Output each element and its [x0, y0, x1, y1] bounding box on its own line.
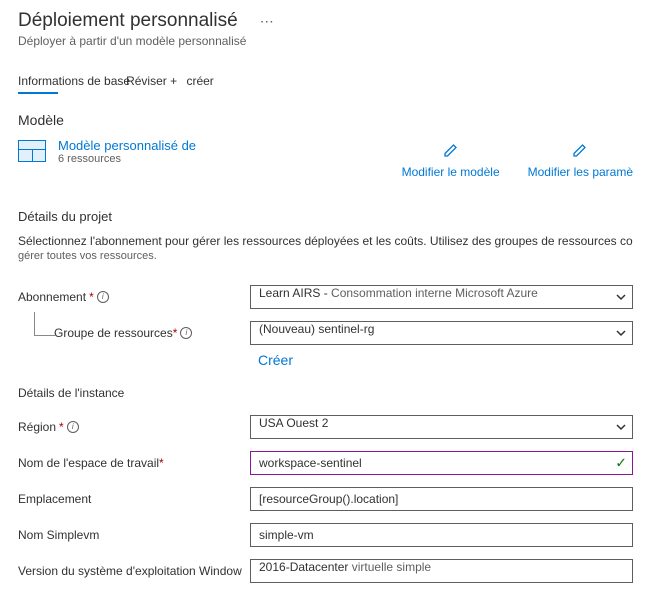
pencil-icon	[528, 142, 633, 163]
os-version-label: Version du système d'exploitation Window	[18, 564, 250, 578]
subscription-value-suffix: Consommation interne Microsoft Azure	[331, 286, 538, 300]
page-subtitle: Déployer à partir d'un modèle personnali…	[18, 34, 633, 48]
edit-parameters-button[interactable]: Modifier les paramè	[528, 142, 633, 179]
tab-review-prefix: Réviser +	[126, 74, 177, 88]
region-select[interactable]: USA Ouest 2	[250, 415, 633, 439]
edit-template-label: Modifier le modèle	[402, 165, 500, 179]
simplevm-name-label: Nom Simplevm	[18, 528, 250, 542]
template-link[interactable]: Modèle personnalisé de	[58, 138, 196, 153]
info-icon[interactable]: i	[180, 327, 192, 339]
tree-line	[34, 312, 56, 336]
region-value: USA Ouest 2	[259, 416, 328, 430]
template-heading: Modèle	[18, 112, 633, 128]
page-title: Déploiement personnalisé	[18, 10, 238, 32]
project-description: Sélectionnez l'abonnement pour gérer les…	[18, 234, 633, 248]
info-icon[interactable]: i	[97, 291, 109, 303]
os-version-suffix: virtuelle simple	[348, 560, 431, 574]
os-version-label-text: Version du système d'exploitation Window	[18, 564, 242, 578]
location-input[interactable]	[250, 487, 633, 511]
os-version-value: 2016-Datacenter	[259, 560, 348, 574]
resource-group-value: (Nouveau) sentinel-rg	[259, 322, 374, 336]
required-asterisk: *	[89, 290, 94, 304]
tab-basics[interactable]: Informations de base	[18, 74, 130, 94]
create-new-link[interactable]: Créer	[258, 352, 633, 368]
more-menu-icon[interactable]: ⋯	[256, 13, 278, 30]
resource-group-label-text: Groupe de ressources	[54, 326, 173, 340]
required-asterisk: *	[59, 420, 64, 434]
project-details-heading: Détails du projet	[18, 209, 633, 224]
os-version-select[interactable]: 2016-Datacenter virtuelle simple	[250, 559, 633, 583]
workspace-name-input[interactable]	[250, 451, 633, 475]
pencil-icon	[402, 142, 500, 163]
tabs: Informations de base Réviser + créer	[18, 74, 633, 94]
required-asterisk: *	[159, 456, 164, 470]
edit-parameters-label: Modifier les paramè	[528, 165, 633, 179]
tab-review-suffix: créer	[186, 74, 213, 88]
subscription-label-text: Abonnement	[18, 290, 86, 304]
info-icon[interactable]: i	[67, 421, 79, 433]
workspace-name-label: Nom de l'espace de travail *	[18, 456, 250, 470]
resource-group-select[interactable]: (Nouveau) sentinel-rg	[250, 321, 633, 345]
project-description-sub: gérer toutes vos ressources.	[18, 250, 633, 262]
workspace-name-label-text: Nom de l'espace de travail	[18, 456, 159, 470]
required-asterisk: *	[173, 326, 178, 340]
edit-template-button[interactable]: Modifier le modèle	[402, 142, 500, 179]
region-label-text: Région	[18, 420, 56, 434]
tab-review[interactable]: Réviser + créer	[126, 74, 214, 94]
region-label: Région * i	[18, 420, 250, 434]
template-resources-count: 6 ressources	[58, 153, 196, 165]
instance-details-heading: Détails de l'instance	[18, 386, 633, 400]
location-label: Emplacement	[18, 492, 250, 506]
subscription-label: Abonnement * i	[18, 290, 250, 304]
simplevm-name-input[interactable]	[250, 523, 633, 547]
subscription-value-prefix: Learn AIRS -	[259, 286, 331, 300]
subscription-select[interactable]: Learn AIRS - Consommation interne Micros…	[250, 285, 633, 309]
template-tile-icon	[18, 140, 46, 162]
